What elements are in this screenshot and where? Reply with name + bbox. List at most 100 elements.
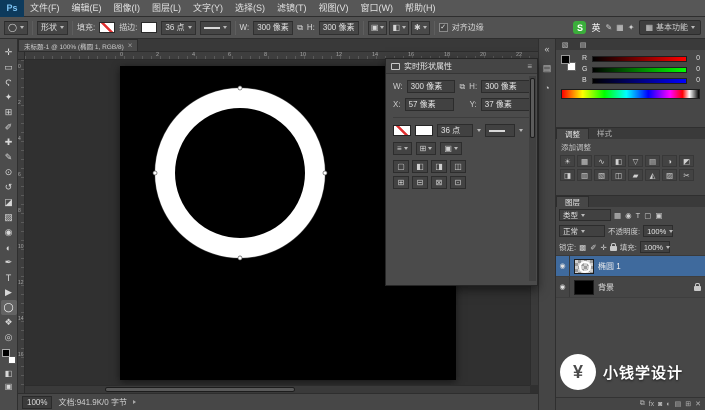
horizontal-scrollbar[interactable] xyxy=(25,385,530,393)
align-edges-checkbox[interactable]: ✓ xyxy=(439,23,448,32)
ime-settings-icon[interactable]: ✦ xyxy=(628,23,635,32)
layer-group-icon[interactable]: ▤ xyxy=(675,400,682,408)
visibility-eye-icon[interactable]: ◉ xyxy=(556,256,570,276)
layer-thumbnail[interactable] xyxy=(574,280,594,295)
channel-mixer-icon[interactable]: ▥ xyxy=(577,169,592,181)
visibility-eye-icon[interactable]: ◉ xyxy=(556,277,570,297)
levels-icon[interactable]: ▦ xyxy=(577,155,592,167)
fill-input[interactable]: 100% xyxy=(640,241,670,253)
filter-type-icon[interactable]: T xyxy=(636,211,641,220)
properties-panel-header[interactable]: 实时形状属性 ≡ xyxy=(386,59,537,74)
lock-position-icon[interactable]: ✛ xyxy=(600,243,606,252)
ime-language-toggle[interactable]: 英 xyxy=(591,21,600,34)
tab-layers[interactable]: 图层 xyxy=(556,196,589,207)
foreground-background-colors[interactable] xyxy=(2,349,16,364)
background-color-chip[interactable] xyxy=(8,356,16,364)
channel-slider[interactable] xyxy=(592,67,687,73)
healing-brush-tool[interactable]: ✚ xyxy=(1,135,17,150)
shape-y-input[interactable]: 37 像素 xyxy=(481,98,530,111)
blend-mode-select[interactable]: 正常 xyxy=(559,225,605,237)
shape-stroke-style-select[interactable] xyxy=(485,124,515,137)
layer-row-ellipse-1[interactable]: ◉ 椭圆 1 xyxy=(556,256,705,277)
tab-styles[interactable]: 样式 xyxy=(589,128,620,139)
shape-fill-swatch[interactable] xyxy=(393,125,411,136)
layer-row-background[interactable]: ◉ 背景 xyxy=(556,277,705,298)
curves-icon[interactable]: ∿ xyxy=(594,155,609,167)
menu-item[interactable]: 文件(F) xyxy=(24,0,66,17)
quick-mask-icon[interactable]: ◧ xyxy=(1,367,17,380)
shape-x-input[interactable]: 57 像素 xyxy=(405,98,454,111)
filter-adjustment-icon[interactable]: ◉ xyxy=(625,211,632,220)
ime-keyboard-icon[interactable]: ▦ xyxy=(616,23,624,32)
path-operations-icon[interactable]: ▣ xyxy=(368,21,388,35)
stroke-cap-icon[interactable]: ⊞ xyxy=(416,142,437,155)
tool-mode-select[interactable]: 形状 xyxy=(37,21,68,35)
workspace-switcher[interactable]: ▦ 基本功能 xyxy=(639,20,701,35)
path-selection-tool[interactable]: ▶ xyxy=(1,285,17,300)
selective-color-icon[interactable]: ✂ xyxy=(679,169,694,181)
ime-pencil-icon[interactable]: ✎ xyxy=(605,23,612,32)
path-op-exclude-icon[interactable]: ◫ xyxy=(450,160,466,173)
stroke-corner-icon[interactable]: ▣ xyxy=(440,142,462,155)
blur-tool[interactable]: ◉ xyxy=(1,225,17,240)
foreground-color-chip[interactable] xyxy=(561,55,570,64)
stroke-style-select[interactable] xyxy=(200,21,231,35)
lock-transparency-icon[interactable]: ▩ xyxy=(579,243,586,252)
black-white-icon[interactable]: ◩ xyxy=(679,155,694,167)
stroke-align-icon[interactable]: ≡ xyxy=(393,142,412,155)
menu-item[interactable]: 选择(S) xyxy=(229,0,271,17)
zoom-tool[interactable]: ◎ xyxy=(1,330,17,345)
menu-item[interactable]: 图层(L) xyxy=(146,0,187,17)
invert-icon[interactable]: ◫ xyxy=(611,169,626,181)
tab-adjustments[interactable]: 调整 xyxy=(556,128,589,139)
foreground-background-colors[interactable] xyxy=(561,55,577,77)
stroke-swatch[interactable] xyxy=(141,22,157,33)
lasso-tool[interactable]: Ϛ xyxy=(1,75,17,90)
filter-smart-icon[interactable]: ▣ xyxy=(655,211,662,220)
channel-value[interactable]: 0 xyxy=(690,77,700,84)
photo-filter-icon[interactable]: ◨ xyxy=(560,169,575,181)
posterize-icon[interactable]: ▰ xyxy=(628,169,643,181)
foreground-color-chip[interactable] xyxy=(2,349,10,357)
link-dimensions-icon[interactable]: ⧉ xyxy=(297,23,303,33)
menu-item[interactable]: 文字(Y) xyxy=(187,0,229,17)
screen-mode-icon[interactable]: ▣ xyxy=(1,380,17,393)
delete-layer-icon[interactable]: ✕ xyxy=(695,400,701,408)
shape-stroke-swatch[interactable] xyxy=(415,125,433,136)
status-options-arrow-icon[interactable] xyxy=(133,400,136,404)
eraser-tool[interactable]: ◪ xyxy=(1,195,17,210)
scrollbar-thumb[interactable] xyxy=(530,78,535,138)
menu-item[interactable]: 图像(I) xyxy=(108,0,147,17)
brightness-contrast-icon[interactable]: ☀ xyxy=(560,155,575,167)
menu-item[interactable]: 帮助(H) xyxy=(399,0,442,17)
lock-pixels-icon[interactable]: ✐ xyxy=(590,243,596,252)
tool-preset-picker[interactable]: ◯ xyxy=(4,21,28,35)
shape-width-input[interactable]: 300 像素 xyxy=(407,80,456,93)
layer-filter-select[interactable]: 类型 xyxy=(559,209,611,221)
app-logo[interactable]: Ps xyxy=(0,0,24,17)
channel-slider[interactable] xyxy=(592,78,687,84)
channel-value[interactable]: 0 xyxy=(690,55,700,62)
panel-menu-icon[interactable]: ≡ xyxy=(527,62,532,71)
pen-tool[interactable]: ✒ xyxy=(1,255,17,270)
history-brush-tool[interactable]: ↺ xyxy=(1,180,17,195)
filter-shape-icon[interactable]: ▢ xyxy=(644,211,651,220)
scrollbar-thumb[interactable] xyxy=(105,387,295,392)
hue-saturation-icon[interactable]: ▤ xyxy=(645,155,660,167)
layer-thumbnail[interactable] xyxy=(574,259,594,274)
menu-item[interactable]: 视图(V) xyxy=(313,0,355,17)
stroke-width-select[interactable]: 36 点 xyxy=(161,21,195,35)
adjustment-layer-icon[interactable]: ◐ xyxy=(666,401,670,408)
vibrance-icon[interactable]: ▽ xyxy=(628,155,643,167)
history-panel-icon[interactable]: ▤ xyxy=(543,63,552,74)
clone-stamp-tool[interactable]: ⊙ xyxy=(1,165,17,180)
hand-tool[interactable]: ❖ xyxy=(1,315,17,330)
path-alignment-icon[interactable]: ◧ xyxy=(389,21,409,35)
threshold-icon[interactable]: ◭ xyxy=(645,169,660,181)
align-left-icon[interactable]: ⊞ xyxy=(393,176,409,189)
brush-tool[interactable]: ✎ xyxy=(1,150,17,165)
geometry-options-icon[interactable]: ✱ xyxy=(411,21,430,35)
channel-value[interactable]: 0 xyxy=(690,66,700,73)
zoom-level-input[interactable]: 100% xyxy=(22,396,52,409)
ime-logo-icon[interactable]: S xyxy=(573,21,586,34)
